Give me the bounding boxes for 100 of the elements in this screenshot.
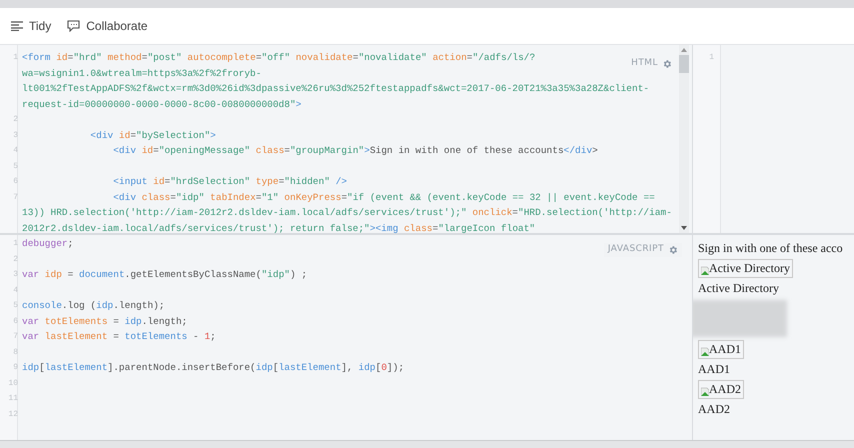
code-token: "novalidate"	[358, 52, 427, 63]
code-token: <form	[22, 52, 51, 63]
javascript-editor[interactable]	[0, 235, 692, 440]
code-token: ;	[68, 238, 74, 249]
code-token: "off"	[262, 52, 290, 63]
code-token: action	[432, 52, 467, 63]
code-token: =	[278, 176, 284, 187]
code-token: 2012r2.dsldev-iam.local/adfs/services/trust'); return false;"	[22, 222, 370, 233]
code-token: />	[334, 176, 347, 187]
code-token: .length;	[142, 316, 188, 326]
code-token: =	[256, 52, 262, 63]
code-token: =	[112, 316, 120, 326]
code-token: =	[66, 269, 74, 280]
code-token: "openingMessage"	[158, 145, 250, 156]
code-token: "bySelection"	[136, 130, 210, 140]
code-token: =	[352, 52, 358, 63]
code-token: "largeIcon float"	[438, 222, 536, 233]
code-token: id	[140, 145, 154, 156]
code-token: =	[432, 222, 438, 233]
code-token: "hrdSelection"	[170, 176, 250, 187]
code-token: "if (event && (event.keyCode == 32 || event.keyCode ==	[347, 192, 655, 202]
code-token: =	[130, 130, 136, 140]
code-token: idp	[22, 362, 40, 373]
code-token: class	[402, 222, 432, 233]
code-token: ].parentNode.insertBefore(	[108, 362, 256, 373]
code-token: ;	[210, 331, 216, 342]
code-token: var	[22, 331, 40, 342]
code-token: =	[68, 52, 74, 63]
code-token: id	[118, 130, 130, 140]
gear-icon[interactable]	[662, 58, 672, 69]
toolbar-button[interactable]: Tidy	[11, 17, 52, 35]
scrollbar[interactable]	[679, 45, 689, 233]
code-token: ><img	[370, 222, 398, 233]
code-token: 1	[204, 331, 210, 342]
code-token: <input	[112, 176, 148, 187]
chat-bubble-icon	[67, 20, 80, 32]
code-token: idp	[96, 300, 114, 311]
code-token: "/adfs/ls/?	[472, 52, 536, 63]
align-lines-icon	[11, 21, 23, 31]
code-token: >	[364, 145, 370, 156]
code-token: lt001%2fTestAppADFS%2f&wctx=rm%3d0%26id%3dpassive%26ru%3d%252ftestappadfs&wct=2017-06-20T21%3a35%3a28Z&client-	[22, 83, 650, 94]
broken-image: Active Directory	[698, 259, 793, 278]
code-token: id	[152, 176, 165, 187]
code-token: onclick	[471, 207, 512, 218]
code-token: >	[592, 145, 598, 156]
code-token: debugger	[22, 238, 68, 249]
result-text: Sign in with one of these acco	[698, 240, 844, 257]
code-token: "groupMargin"	[290, 145, 364, 156]
scroll-down-icon[interactable]	[681, 226, 687, 230]
html-editor[interactable]	[0, 45, 692, 235]
code-token: =	[153, 145, 159, 156]
code-token: 0	[381, 362, 387, 373]
code-token: totElements	[124, 331, 188, 342]
scroll-up-icon[interactable]	[681, 48, 687, 52]
gear-icon[interactable]	[668, 244, 678, 255]
code-token: idp	[124, 316, 142, 326]
broken-image: AAD2	[698, 380, 744, 399]
code-token: =	[466, 52, 472, 63]
result-text: Active Directory	[698, 280, 780, 297]
code-token: idp	[44, 269, 62, 280]
code-token: lastElement	[278, 362, 342, 373]
toolbar-button[interactable]: Collaborate	[67, 17, 148, 35]
code-token: onKeyPress	[283, 192, 342, 202]
code-token: method	[106, 52, 142, 63]
broken-image: AAD1	[698, 340, 744, 359]
code-token: [	[376, 362, 382, 373]
code-token: "HRD.selection('http://iam-	[518, 207, 672, 218]
code-token: =	[512, 207, 518, 218]
code-token: ],	[341, 362, 354, 373]
result-text: AAD2	[698, 401, 731, 418]
code-token: ]);	[386, 362, 404, 373]
code-token: Sign in with one of these accounts	[370, 145, 564, 156]
code-token: wa=wsignin1.0&wtrealm=https%3a%2f%2froryb-	[22, 68, 262, 78]
code-token: "post"	[147, 52, 182, 63]
scrollbar-thumb[interactable]	[679, 55, 689, 73]
code-token: =	[284, 145, 290, 156]
code-token: "idp"	[176, 192, 204, 202]
code-token: idp	[256, 362, 273, 373]
result-text: AAD1	[698, 361, 731, 378]
code-token: [	[39, 362, 45, 373]
code-token: <div	[89, 130, 114, 140]
code-token: =	[341, 192, 348, 202]
code-token: class	[254, 145, 284, 156]
code-token: id	[55, 52, 68, 63]
code-token: "hrd"	[73, 52, 102, 63]
code-token: =	[256, 192, 262, 202]
code-token: =	[170, 192, 176, 202]
code-token: >	[296, 98, 302, 110]
code-token: =	[164, 176, 170, 187]
code-token: document	[79, 269, 125, 280]
code-token: =	[142, 52, 148, 63]
code-token: idp	[358, 362, 376, 373]
code-token: var	[22, 269, 40, 280]
code-token: autocomplete	[186, 52, 256, 63]
code-token: >	[210, 130, 216, 140]
code-token: <div	[112, 145, 136, 156]
code-token: .getElementsByClassName(	[124, 269, 262, 280]
code-token: .log (	[62, 300, 96, 311]
code-token: class	[140, 192, 170, 202]
code-token: var	[22, 316, 40, 326]
